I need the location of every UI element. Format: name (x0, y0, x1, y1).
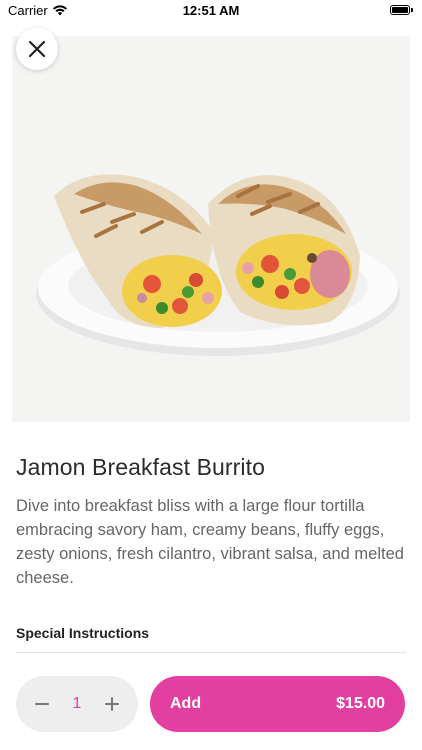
status-time: 12:51 AM (182, 3, 240, 18)
add-to-order-button[interactable]: Add $15.00 (150, 676, 405, 732)
quantity-stepper: 1 (16, 676, 138, 732)
plus-icon (105, 697, 119, 711)
add-button-label: Add (170, 695, 202, 712)
item-description: Dive into breakfast bliss with a large f… (16, 497, 404, 587)
item-image (12, 36, 410, 422)
close-icon (28, 40, 46, 58)
add-button-price: $15.00 (336, 695, 385, 712)
special-instructions-label[interactable]: Special Instructions (16, 625, 149, 641)
burrito-photo (36, 174, 400, 356)
divider (16, 652, 406, 653)
close-button[interactable] (16, 28, 58, 70)
increase-quantity-button[interactable] (92, 676, 132, 732)
battery-icon (390, 5, 413, 15)
status-bar: Carrier 12:51 AM (0, 0, 422, 22)
item-title: Jamon Breakfast Burrito (16, 454, 266, 480)
